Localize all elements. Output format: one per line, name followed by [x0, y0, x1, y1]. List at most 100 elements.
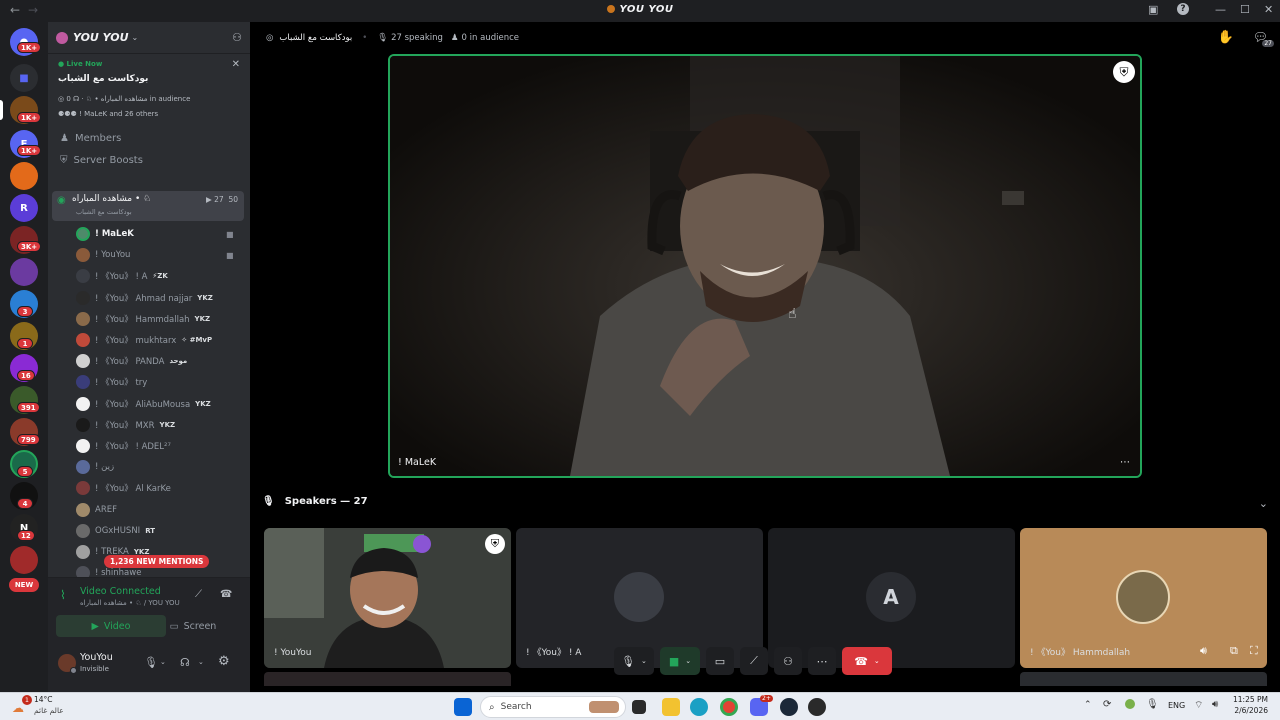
noise-suppression-icon[interactable]: ⟋ — [195, 589, 202, 600]
moderator-shield-icon: ⛨ — [485, 534, 505, 554]
voice-status: Video Connected — [80, 586, 161, 597]
member-tag: ✧ #MvP — [181, 336, 213, 344]
member-tag: YKZ — [197, 293, 213, 302]
language-indicator[interactable]: ENG — [1168, 701, 1185, 710]
voice-member[interactable]: ! 《You》 Al KarKe — [76, 478, 171, 498]
edge-icon[interactable] — [690, 698, 708, 716]
server-3[interactable] — [10, 162, 38, 190]
folder-icon[interactable]: ■ — [10, 64, 38, 92]
steam-icon[interactable] — [780, 698, 798, 716]
screen-share-button[interactable]: ▭ Screen — [148, 615, 238, 637]
volume-icon[interactable]: 🔊︎ — [1212, 699, 1218, 710]
headphones-icon[interactable]: ☊ — [180, 656, 190, 669]
activities-control[interactable]: ⚇ — [774, 647, 802, 675]
featured-video-tile[interactable]: ⛨ ! MaLeK ⋯ ☝ — [388, 54, 1142, 478]
tray-mic-icon[interactable]: 🎙︎ — [1146, 699, 1159, 710]
microphone-icon[interactable]: 🎙︎ — [144, 656, 158, 669]
volume-icon[interactable]: 🔊︎ — [1200, 644, 1207, 658]
voice-member[interactable]: ! 《You》 Ahmad najjar YKZ — [76, 288, 213, 308]
voice-member[interactable]: OGxHUSNI RT — [76, 521, 155, 541]
chrome-icon[interactable] — [720, 698, 738, 716]
popout-icon[interactable]: ⧉ — [1230, 644, 1238, 658]
screen-share-control[interactable]: ▭ — [706, 647, 734, 675]
mic-chevron-icon[interactable]: ⌄ — [160, 658, 166, 666]
speakers-header[interactable]: 🎙︎ Speakers — 27 — [262, 496, 368, 507]
server-header[interactable]: YOU YOU ⌄ ⚇ — [48, 22, 250, 54]
task-view-icon[interactable] — [632, 700, 646, 714]
avatar — [76, 375, 90, 390]
speaker-tile[interactable]: ! 《You》 Hammdallah 🔊︎ ⧉ ⛶ — [1020, 528, 1267, 668]
server-15[interactable] — [10, 546, 38, 574]
collapse-chevron-icon[interactable]: ⌄ — [1259, 497, 1268, 510]
headphones-chevron-icon[interactable]: ⌄ — [198, 658, 204, 666]
inbox-icon[interactable]: ▣ — [1148, 3, 1158, 16]
voice-member[interactable]: ! 《You》 AliAbuMousa YKZ — [76, 394, 211, 414]
more-options-icon[interactable]: ⋯ — [1120, 457, 1130, 468]
voice-member[interactable]: ! 《You》 ! A ⚡ZK — [76, 266, 168, 286]
mic-control[interactable]: 🎙︎ ⌄ — [614, 647, 654, 675]
voice-member[interactable]: ! 《You》 MXR YKZ — [76, 415, 175, 435]
avatar — [76, 227, 90, 241]
start-windows-icon[interactable] — [454, 698, 472, 716]
clock-date[interactable]: 2/6/2026 — [1232, 706, 1268, 715]
taskbar-search[interactable]: ⌕ Search — [480, 696, 626, 718]
server-badge: 1K+ — [17, 112, 42, 123]
tray-sync-icon[interactable]: ⟳ — [1103, 699, 1111, 710]
minimize-icon[interactable]: — — [1215, 3, 1226, 16]
speaker-avatar: A — [866, 572, 916, 622]
fullscreen-icon[interactable]: ⛶ — [1250, 644, 1258, 658]
server-badge: 3K+ — [17, 241, 42, 252]
microphone-icon: 🎙︎ — [621, 654, 636, 668]
close-window-icon[interactable]: ✕ — [1264, 3, 1273, 16]
tray-app-icon[interactable] — [1125, 699, 1135, 709]
avatar — [76, 439, 90, 453]
app-icon[interactable] — [808, 698, 826, 716]
voice-channel[interactable]: ◉ مشاهده المباراه • ♘ بودكاست مع الشباب … — [52, 191, 244, 221]
raise-hand-icon[interactable]: ✋ — [1218, 30, 1234, 45]
voice-member[interactable]: ! YouYou ■ — [76, 245, 234, 265]
server-6[interactable] — [10, 258, 38, 286]
voice-channel-path[interactable]: مشاهده المباراه • ♘ / YOU YOU — [80, 599, 180, 607]
voice-member[interactable]: ! 《You》 try — [76, 372, 147, 392]
maximize-icon[interactable]: ☐ — [1240, 3, 1250, 16]
live-stage-card[interactable]: ● Live Now ✕ بودكاست مع الشباب ◎ مشاهده … — [52, 55, 246, 125]
new-mentions-pill[interactable]: 1,236 NEW MENTIONS — [104, 555, 210, 568]
invite-people-icon[interactable]: ⚇ — [232, 31, 242, 44]
voice-member[interactable]: ! 《You》 mukhtarx ✧ #MvP — [76, 330, 212, 350]
settings-gear-icon[interactable]: ⚙ — [218, 654, 230, 669]
speaker-tile[interactable]: ⛨ ! YouYou — [264, 528, 511, 668]
channel-sidebar: YOU YOU ⌄ ⚇ ● Live Now ✕ بودكاست مع الشب… — [48, 22, 250, 692]
avatar — [76, 396, 90, 411]
voice-member[interactable]: AREF — [76, 500, 117, 520]
camera-control[interactable]: ■ ⌄ — [660, 647, 700, 675]
file-explorer-icon[interactable] — [662, 698, 680, 716]
server-badge: 12 — [17, 530, 35, 541]
server-badge: 3 — [17, 306, 33, 317]
help-icon[interactable]: ? — [1177, 3, 1189, 15]
voice-member[interactable]: ! 《You》 Hammdallah YKZ — [76, 309, 210, 329]
camera-icon: ■ — [668, 654, 680, 668]
server-4[interactable]: R — [10, 194, 38, 222]
signal-icon[interactable]: ⌇ — [60, 588, 66, 602]
voice-member[interactable]: ! 《You》 PANDA موحد — [76, 351, 187, 371]
speaker-tile-partial — [264, 672, 511, 686]
weather-widget[interactable]: ☁ 1 — [12, 695, 32, 715]
featured-video-label: ! MaLeK — [398, 457, 437, 468]
close-icon[interactable]: ✕ — [232, 59, 240, 70]
tray-chevron-icon[interactable]: ⌃ — [1084, 700, 1092, 710]
members-link[interactable]: ♟ Members — [60, 133, 121, 144]
windows-taskbar: ☁ 1 14°C عالم غائم ⌕ Search 2+ ⌃ ⟳ 🎙︎ EN… — [0, 692, 1280, 720]
voice-member[interactable]: ! 《You》 ! ADEL²⁷ — [76, 436, 171, 456]
title-bar: ← → YOU YOU ▣ ? — ☐ ✕ — [0, 0, 1280, 22]
voice-member[interactable]: ! MaLeK ■ — [76, 224, 234, 244]
more-control[interactable]: ⋯ — [808, 647, 836, 675]
leave-call-button[interactable]: ☎ ⌄ — [842, 647, 892, 675]
wifi-icon[interactable]: ⌔ — [1194, 699, 1203, 712]
disconnect-icon[interactable]: ☎ — [220, 589, 232, 600]
separator-dot: • — [362, 33, 368, 43]
clock-time[interactable]: 11:25 PM — [1232, 695, 1268, 704]
move-to-audience-control[interactable]: ⟋ — [740, 647, 768, 675]
server-boosts-link[interactable]: ⛨ Server Boosts — [60, 155, 143, 166]
voice-member[interactable]: ! زين — [76, 457, 114, 477]
new-unreads-pill[interactable]: NEW — [9, 578, 39, 592]
